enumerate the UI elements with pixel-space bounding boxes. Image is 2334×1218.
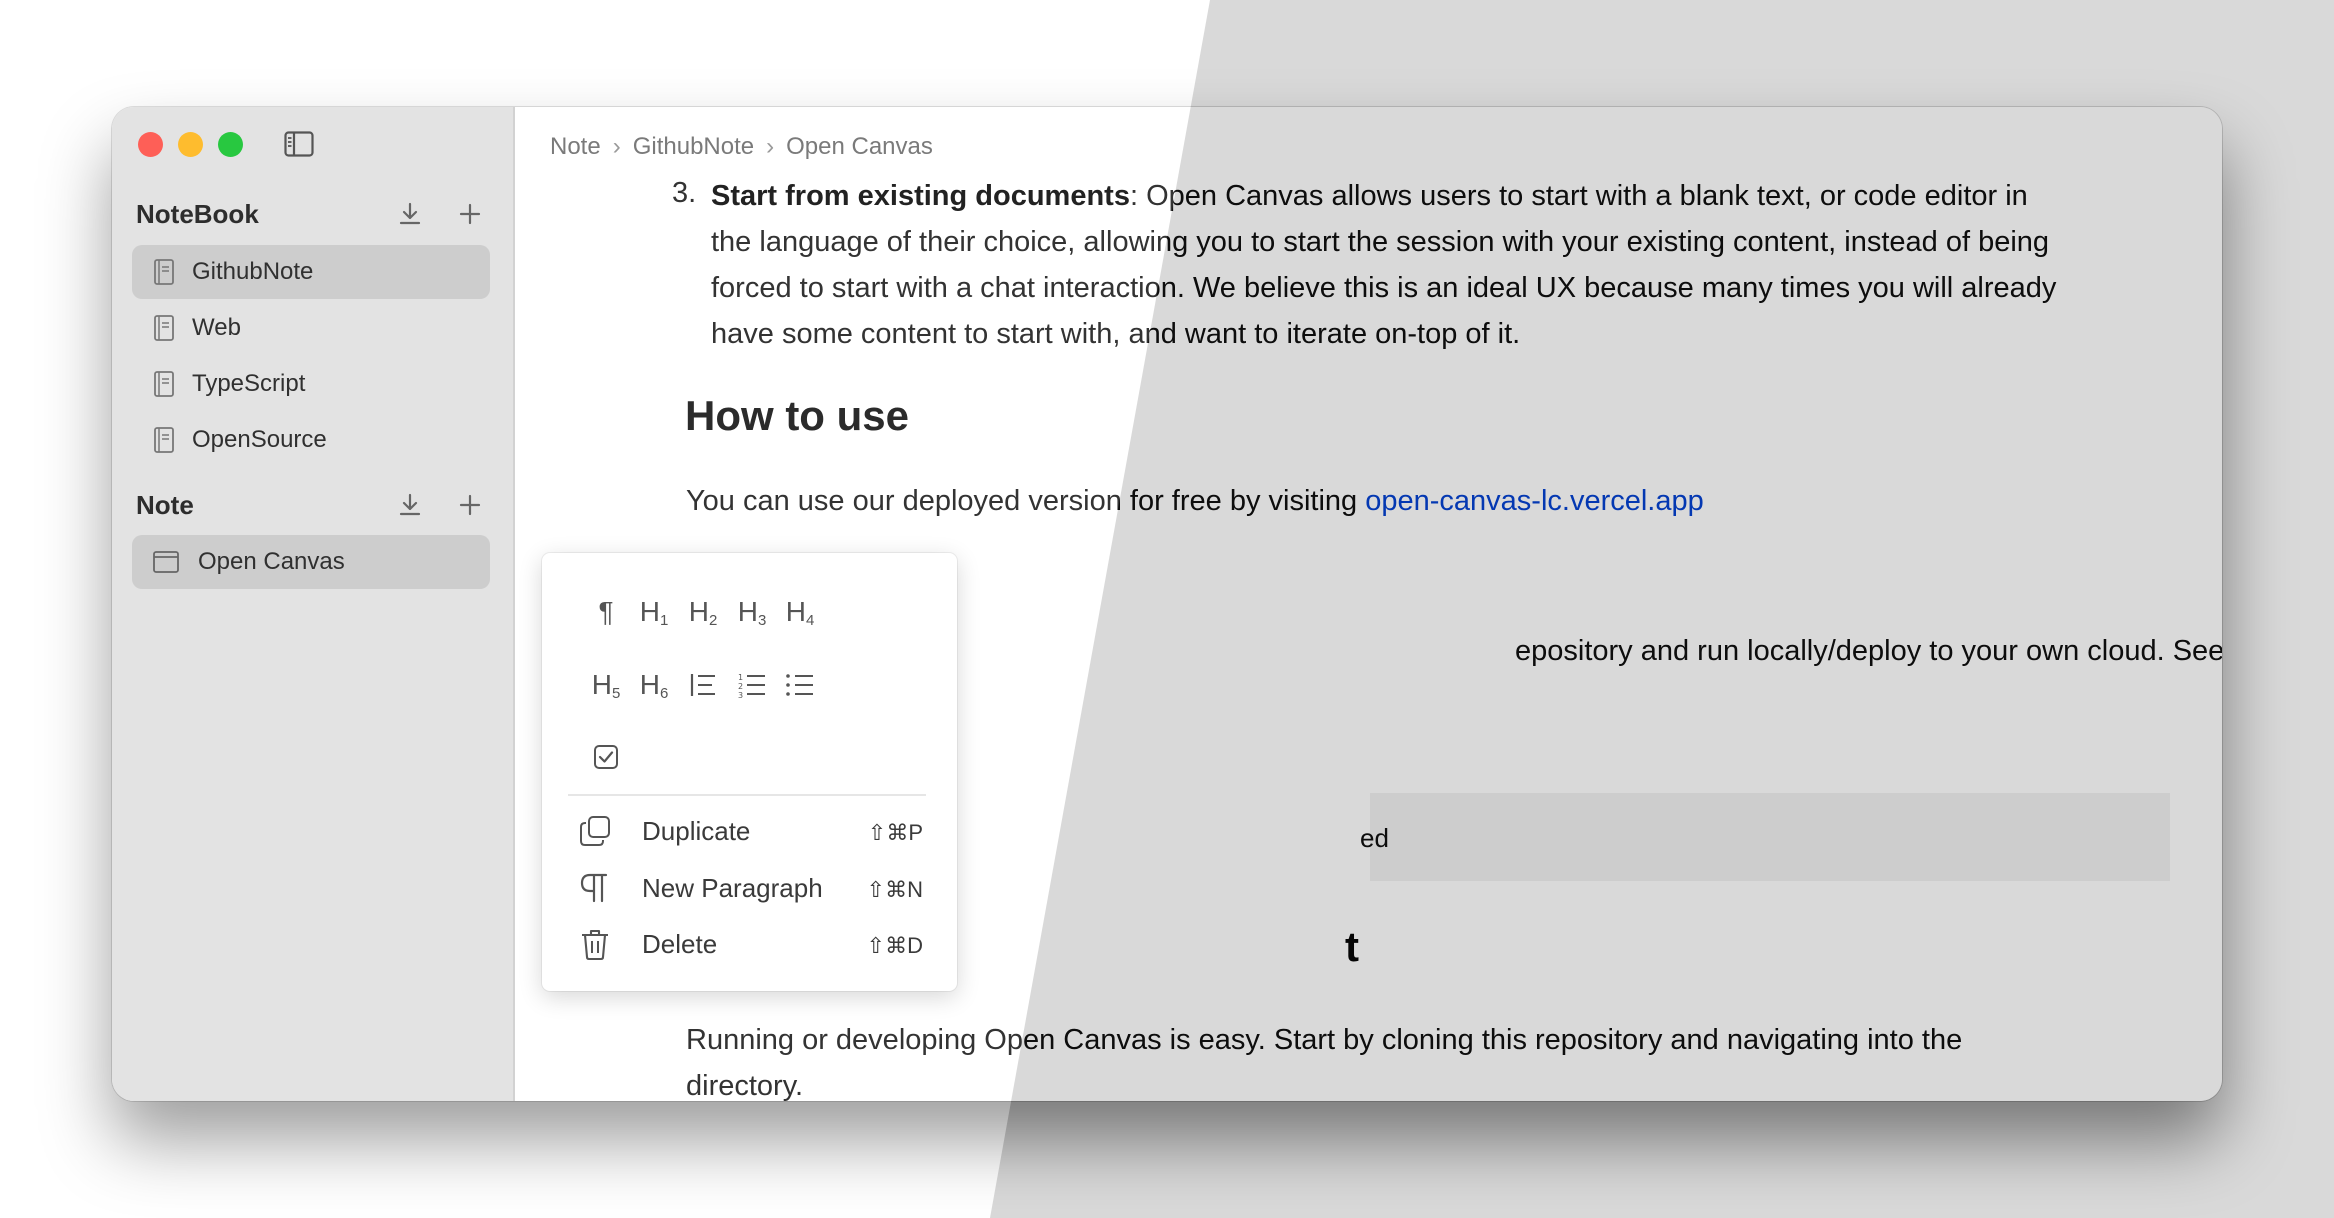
sidebar-item-web[interactable]: Web: [132, 301, 490, 355]
bullet-list-block-button[interactable]: [776, 661, 824, 709]
shortcut-label: ⇧⌘N: [866, 877, 923, 902]
svg-text:1: 1: [738, 673, 743, 682]
menu-item-label: Delete: [642, 929, 718, 959]
heading2-icon: H2: [688, 595, 718, 629]
sidebar-item-label: Web: [192, 314, 241, 341]
sidebar-item-open-canvas[interactable]: Open Canvas: [132, 535, 490, 589]
import-notebook-icon[interactable]: [396, 200, 424, 228]
bold-text: Start from existing documents: [711, 180, 1130, 212]
section-title-note: Note: [136, 490, 194, 520]
heading2-block-button[interactable]: H2: [679, 588, 727, 636]
shortcut-label: ⇧⌘P: [867, 820, 923, 845]
heading6-icon: H6: [639, 668, 669, 702]
sidebar: NoteBook GithubNote Web TypeScript OpenS…: [112, 107, 515, 1101]
trash-icon: [582, 929, 608, 961]
notebook-icon: [154, 259, 174, 285]
ordered-list-block-button[interactable]: 1 2 3: [728, 661, 776, 709]
notebook-icon: [154, 315, 174, 341]
sidebar-item-githubnote[interactable]: GithubNote: [132, 245, 490, 299]
paragraph-text: You can use our deployed version for fre…: [686, 485, 1366, 517]
minimize-window-button[interactable]: [178, 132, 203, 157]
heading-how-to-use[interactable]: How to use: [685, 392, 909, 440]
sidebar-item-label: Open Canvas: [198, 548, 345, 575]
sidebar-item-typescript[interactable]: TypeScript: [132, 357, 490, 411]
menu-item-label: Duplicate: [642, 816, 751, 846]
heading3-icon: H3: [737, 595, 767, 629]
list-item-paragraph[interactable]: Start from existing documents: Open Canv…: [711, 173, 2071, 357]
notebook-icon: [154, 371, 174, 397]
block-context-menu: ¶ H1 H2 H3 H4 H5 H6 1 2 3 Duplicate ⇧⌘P …: [542, 553, 957, 991]
checkbox-icon: [594, 745, 618, 769]
menu-divider: [568, 794, 926, 796]
notebook-icon: [154, 427, 174, 453]
paragraph-partial[interactable]: epository and run locally/deploy to your…: [1515, 635, 2222, 668]
shortcut-label: ⇧⌘D: [866, 933, 923, 958]
sidebar-item-label: OpenSource: [192, 426, 327, 453]
blockquote-icon: [690, 674, 715, 696]
heading6-block-button[interactable]: H6: [630, 661, 678, 709]
import-note-icon[interactable]: [396, 491, 424, 519]
heading4-block-button[interactable]: H4: [776, 588, 824, 636]
add-note-icon[interactable]: [456, 491, 484, 519]
blockquote-block-button[interactable]: [679, 661, 727, 709]
heading1-icon: H1: [639, 595, 669, 629]
zoom-window-button[interactable]: [218, 132, 243, 157]
new-paragraph-menu-item[interactable]: New Paragraph ⇧⌘N: [578, 865, 923, 911]
code-block[interactable]: [1370, 793, 2170, 881]
bullet-list-icon: [786, 674, 813, 696]
heading1-block-button[interactable]: H1: [630, 588, 678, 636]
close-window-button[interactable]: [138, 132, 163, 157]
checkbox-block-button[interactable]: [582, 733, 630, 781]
duplicate-menu-item[interactable]: Duplicate ⇧⌘P: [578, 808, 923, 854]
section-title-notebook: NoteBook: [136, 199, 259, 229]
sidebar-item-label: GithubNote: [192, 258, 314, 285]
paragraph-icon: ¶: [598, 596, 614, 627]
heading5-block-button[interactable]: H5: [582, 661, 630, 709]
svg-text:3: 3: [738, 691, 743, 699]
heading3-block-button[interactable]: H3: [728, 588, 776, 636]
sidebar-item-opensource[interactable]: OpenSource: [132, 413, 490, 467]
delete-menu-item[interactable]: Delete ⇧⌘D: [578, 921, 923, 967]
paragraph-icon: [580, 873, 608, 903]
window-icon: [153, 551, 179, 573]
paragraph-running[interactable]: Running or developing Open Canvas is eas…: [686, 1017, 2086, 1101]
add-notebook-icon[interactable]: [456, 200, 484, 228]
paragraph-block-button[interactable]: ¶: [582, 588, 630, 636]
ordered-list-icon: 1 2 3: [738, 673, 765, 699]
list-number: 3.: [672, 177, 697, 209]
sidebar-toggle-icon[interactable]: [284, 131, 314, 157]
heading4-icon: H4: [785, 595, 815, 629]
sidebar-item-label: TypeScript: [192, 370, 306, 397]
heading-partial[interactable]: t: [1345, 923, 1359, 971]
svg-text:2: 2: [738, 682, 743, 691]
duplicate-icon: [580, 816, 610, 846]
heading5-icon: H5: [591, 668, 621, 702]
paragraph-deployed[interactable]: You can use our deployed version for fre…: [686, 485, 1704, 518]
menu-item-label: New Paragraph: [642, 873, 823, 903]
deployed-link[interactable]: open-canvas-lc.vercel.app: [1365, 485, 1704, 517]
code-text: ed: [1360, 823, 1389, 853]
app-window: NoteBook GithubNote Web TypeScript OpenS…: [112, 107, 2222, 1101]
